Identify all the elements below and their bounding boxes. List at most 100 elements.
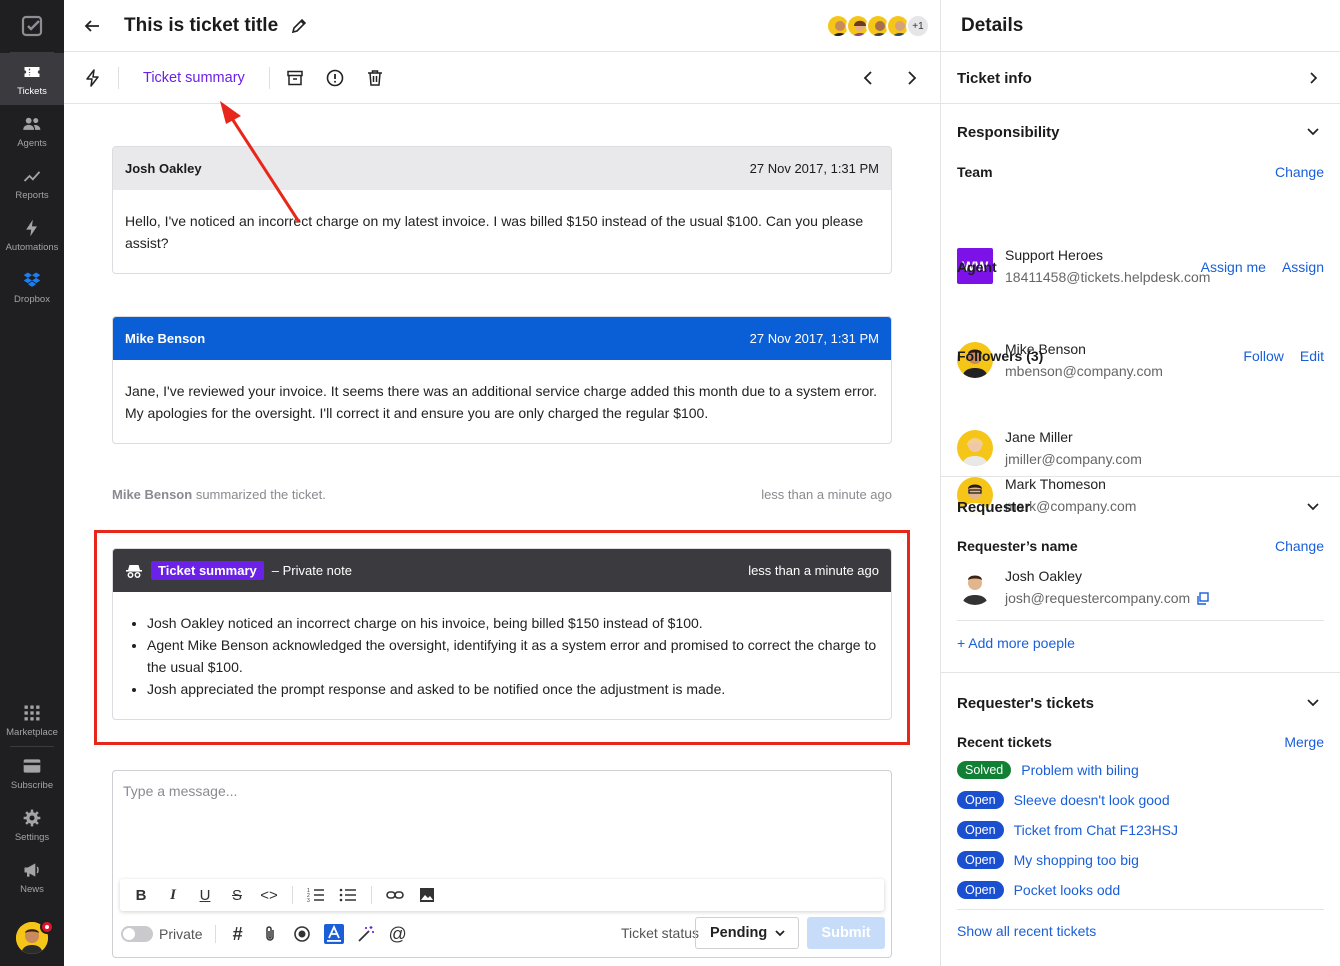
numbered-list-icon[interactable]: 123: [307, 886, 325, 904]
requester-section: Requester Requester’s name Change Josh O…: [941, 477, 1340, 673]
requester-name-label: Requester’s name: [957, 538, 1078, 554]
system-event: Mike Benson summarized the ticket. less …: [112, 487, 892, 502]
nav-label-dropbox: Dropbox: [14, 293, 50, 305]
mention-icon[interactable]: @: [388, 924, 408, 944]
merge-link[interactable]: Merge: [1284, 734, 1324, 750]
assign-me-link[interactable]: Assign me: [1201, 259, 1266, 275]
status-badge: Open: [957, 791, 1004, 809]
nav-label-reports: Reports: [15, 189, 49, 201]
back-arrow-icon[interactable]: [84, 18, 100, 34]
message-time: 27 Nov 2017, 1:31 PM: [749, 331, 879, 346]
magic-wand-icon[interactable]: [356, 924, 376, 944]
nav-item-tickets[interactable]: Tickets: [0, 53, 64, 105]
edit-followers-link[interactable]: Edit: [1300, 348, 1324, 364]
nav-item-news[interactable]: News: [0, 851, 64, 903]
chevron-down-icon: [775, 930, 785, 937]
hashtag-icon[interactable]: #: [228, 924, 248, 944]
left-nav: Tickets Agents Reports Automations Dropb…: [0, 0, 64, 966]
nav-item-reports[interactable]: Reports: [0, 157, 64, 209]
requester-avatar: [957, 569, 993, 605]
chevron-down-icon[interactable]: [1306, 695, 1320, 709]
annotation-highlight-box: [94, 530, 910, 745]
bolt-icon[interactable]: [84, 68, 102, 87]
nav-label-subscribe: Subscribe: [10, 779, 54, 791]
requester-tickets-section: Requester's tickets Recent tickets Merge…: [941, 673, 1340, 966]
follower-email: jmiller@company.com: [1005, 451, 1142, 467]
message-author: Mike Benson: [125, 331, 206, 346]
message-header: Mike Benson 27 Nov 2017, 1:31 PM: [113, 317, 891, 360]
nav-item-automations[interactable]: Automations: [0, 209, 64, 261]
watchers-avatars[interactable]: +1: [826, 14, 930, 38]
ticket-status-select[interactable]: Pending: [695, 917, 799, 949]
paperclip-icon[interactable]: [260, 924, 280, 944]
bold-icon[interactable]: B: [132, 886, 150, 904]
archive-icon[interactable]: [286, 69, 304, 87]
chevron-down-icon[interactable]: [1306, 499, 1320, 513]
recent-ticket-link[interactable]: Problem with biling: [1021, 762, 1139, 778]
italic-icon[interactable]: I: [164, 886, 182, 904]
trash-icon[interactable]: [366, 69, 384, 87]
message-author: Josh Oakley: [125, 161, 202, 176]
ticket-summary-button[interactable]: Ticket summary: [143, 70, 245, 86]
message-input[interactable]: Type a message...: [123, 783, 237, 799]
message-composer[interactable]: Type a message... B I U S <> 123 Private…: [112, 770, 892, 958]
app-logo-icon[interactable]: [0, 0, 64, 52]
record-icon[interactable]: [292, 924, 312, 944]
recent-ticket-link[interactable]: Pocket looks odd: [1014, 882, 1121, 898]
ticket-title[interactable]: This is ticket title: [124, 15, 278, 37]
recent-ticket-item[interactable]: Open Sleeve doesn't look good: [957, 791, 1170, 809]
bullet-list-icon[interactable]: [339, 886, 357, 904]
message-body: Jane, I've reviewed your invoice. It see…: [125, 383, 878, 421]
status-badge: Open: [957, 881, 1004, 899]
formatting-toolbar: B I U S <> 123: [120, 879, 884, 911]
ticket-info-section[interactable]: Ticket info: [941, 52, 1340, 104]
chevron-down-icon[interactable]: [1306, 124, 1320, 138]
recent-ticket-link[interactable]: Ticket from Chat F123HSJ: [1014, 822, 1178, 838]
recent-ticket-item[interactable]: Open Pocket looks odd: [957, 881, 1120, 899]
assign-link[interactable]: Assign: [1282, 259, 1324, 275]
submit-button[interactable]: Submit: [807, 917, 885, 949]
pencil-icon[interactable]: [290, 17, 308, 35]
nav-label-settings: Settings: [14, 831, 50, 843]
message-header: Josh Oakley 27 Nov 2017, 1:31 PM: [113, 147, 891, 190]
requester-email: josh@requestercompany.com: [1005, 590, 1191, 606]
recent-ticket-link[interactable]: My shopping too big: [1014, 852, 1139, 868]
nav-item-subscribe[interactable]: Subscribe: [0, 747, 64, 799]
ticket-status-value: Pending: [710, 925, 768, 941]
underline-icon[interactable]: U: [196, 886, 214, 904]
copy-icon[interactable]: [1196, 591, 1209, 605]
strikethrough-icon[interactable]: S: [228, 886, 246, 904]
nav-item-settings[interactable]: Settings: [0, 799, 64, 851]
nav-item-dropbox[interactable]: Dropbox: [0, 261, 64, 313]
nav-item-agents[interactable]: Agents: [0, 105, 64, 157]
alert-circle-icon[interactable]: [326, 69, 344, 87]
chevron-left-icon[interactable]: [860, 69, 878, 87]
add-more-people-link[interactable]: + Add more poeple: [957, 635, 1075, 651]
image-icon[interactable]: [418, 886, 436, 904]
nav-label-agents: Agents: [17, 137, 47, 149]
responsibility-title: Responsibility: [957, 124, 1060, 141]
requester-name: Josh Oakley: [1005, 568, 1083, 584]
link-icon[interactable]: [386, 886, 404, 904]
recent-ticket-item[interactable]: Solved Problem with biling: [957, 761, 1139, 779]
private-toggle[interactable]: [121, 926, 153, 942]
nav-item-marketplace[interactable]: Marketplace: [0, 694, 64, 746]
recent-tickets-label: Recent tickets: [957, 734, 1052, 750]
recent-ticket-item[interactable]: Open My shopping too big: [957, 851, 1139, 869]
nav-label-news: News: [20, 883, 44, 895]
text-format-icon[interactable]: [323, 924, 344, 944]
recent-ticket-item[interactable]: Open Ticket from Chat F123HSJ: [957, 821, 1178, 839]
follow-link[interactable]: Follow: [1243, 348, 1283, 364]
requester-change-link[interactable]: Change: [1275, 538, 1324, 554]
status-badge: Open: [957, 851, 1004, 869]
system-event-time: less than a minute ago: [761, 487, 892, 502]
grid-icon: [24, 705, 40, 720]
recent-ticket-link[interactable]: Sleeve doesn't look good: [1014, 792, 1170, 808]
chevron-right-icon[interactable]: [902, 69, 920, 87]
requester-title: Requester: [957, 499, 1031, 516]
show-all-tickets-link[interactable]: Show all recent tickets: [957, 923, 1096, 939]
code-icon[interactable]: <>: [260, 886, 278, 904]
followers-label: Followers (3): [957, 348, 1044, 364]
team-change-link[interactable]: Change: [1275, 164, 1324, 180]
nav-label-marketplace: Marketplace: [6, 726, 58, 738]
